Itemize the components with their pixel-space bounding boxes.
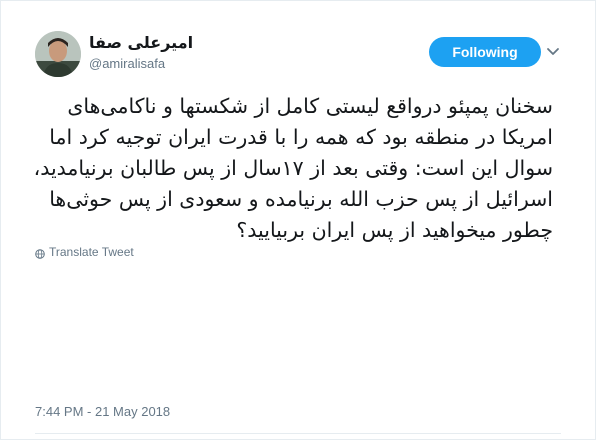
translate-tweet-link[interactable]: Translate Tweet — [35, 243, 134, 259]
translate-label: Translate Tweet — [49, 244, 134, 259]
tweet-line: سخنان پمپئو درواقع لیستی کامل از شکستها … — [67, 94, 553, 118]
tweet-card: امیرعلی صفا @amiralisafa Following سخنان… — [0, 0, 596, 440]
user-names: امیرعلی صفا @amiralisafa — [89, 33, 193, 73]
avatar[interactable] — [35, 31, 81, 77]
user-handle[interactable]: @amiralisafa — [89, 55, 193, 73]
tweet-text: سخنان پمپئو درواقع لیستی کامل از شکستها … — [33, 91, 553, 246]
divider — [35, 433, 561, 434]
tweet-line: سوال این است: وقتی بعد از ۱۷سال از پس طا… — [33, 156, 553, 180]
tweet-header: امیرعلی صفا @amiralisafa Following — [35, 31, 565, 77]
tweet-line: اسرائیل از پس حزب الله برنیامده و سعودی … — [49, 187, 553, 211]
tweet-line: امریکا در منطقه بود که همه را با قدرت ای… — [49, 125, 553, 149]
globe-icon — [35, 247, 45, 259]
tweet-line: چطور میخواهید از پس ایران بربیایید؟ — [236, 218, 553, 242]
tweet-timestamp[interactable]: 7:44 PM - 21 May 2018 — [35, 403, 170, 421]
following-button[interactable]: Following — [429, 37, 541, 67]
chevron-down-icon[interactable] — [545, 43, 561, 59]
display-name[interactable]: امیرعلی صفا — [89, 33, 193, 53]
